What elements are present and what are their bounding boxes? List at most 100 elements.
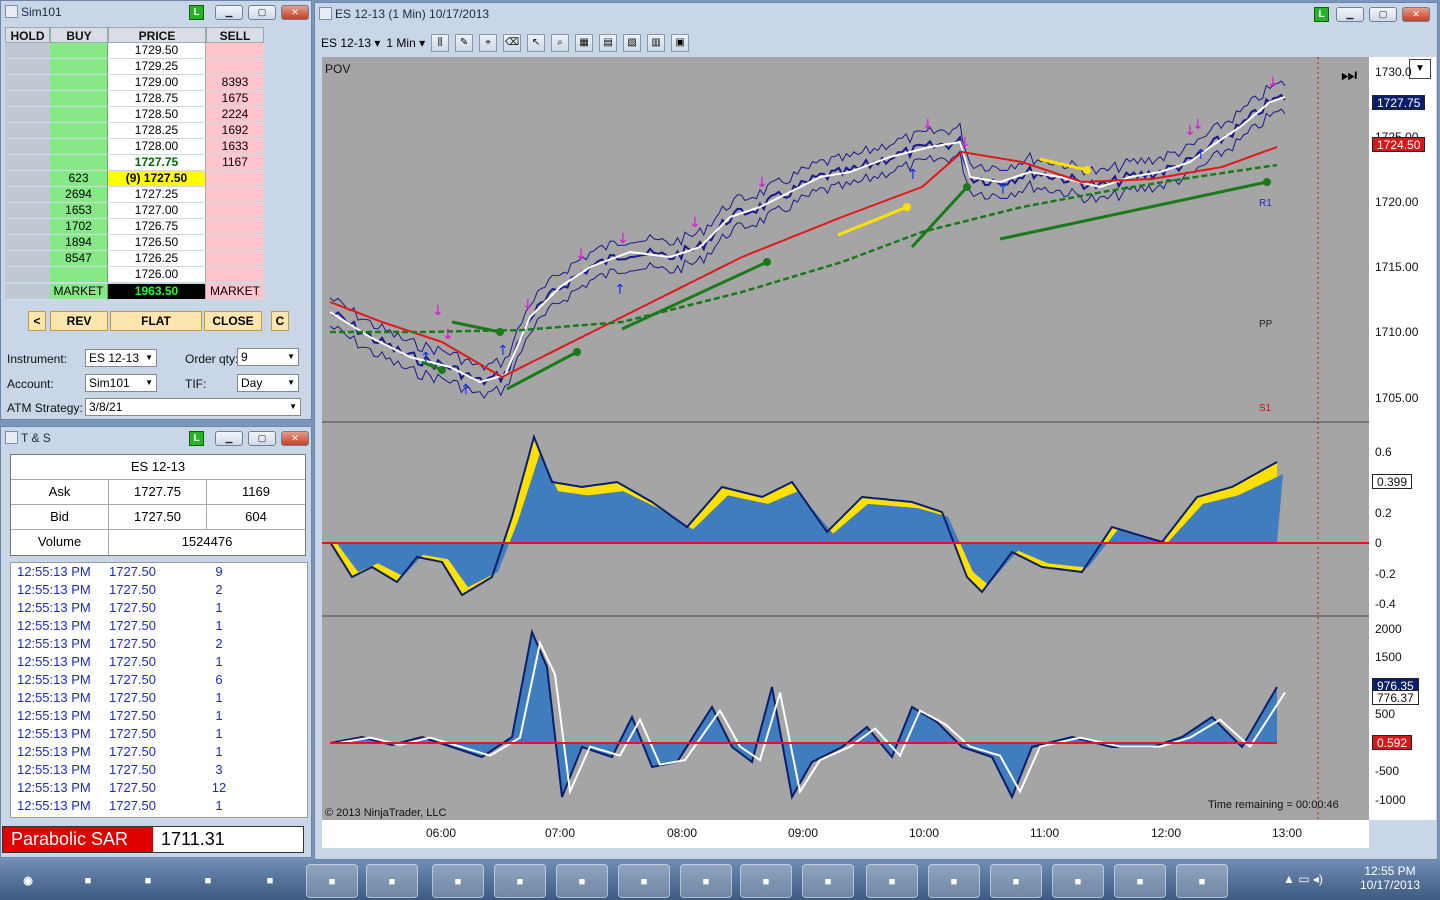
buy-cell[interactable]: [50, 267, 108, 283]
dom-row[interactable]: 2694 1727.25: [5, 187, 264, 203]
buy-cell[interactable]: [50, 123, 108, 139]
internet-explorer-icon[interactable]: ■: [62, 864, 114, 898]
scroll-to-end-icon[interactable]: ⏭: [1341, 65, 1363, 87]
close-position-button[interactable]: CLOSE: [204, 311, 262, 331]
buy-cell[interactable]: [50, 107, 108, 123]
buy-cell[interactable]: [50, 59, 108, 75]
word-icon[interactable]: ■: [740, 864, 792, 898]
media-player-icon[interactable]: ■: [182, 864, 234, 898]
instrument-select[interactable]: ES 12-13: [85, 349, 157, 367]
plot-area[interactable]: ↓ ↓ ↓ ↓ ↓ ↓ ↓ ↓ ↓ ↓ ↓ ↓ ↑ ↑ ↑ ↑ ↑ ↑ ↑ POV R1 PP S1 © 2013 …: [322, 57, 1369, 820]
notepad-icon[interactable]: ■: [494, 864, 546, 898]
sell-cell[interactable]: 1167: [206, 155, 264, 171]
dom-row[interactable]: 1894 1726.50: [5, 235, 264, 251]
buy-cell[interactable]: 1702: [50, 219, 108, 235]
sell-cell[interactable]: 1692: [206, 123, 264, 139]
qty-stepper[interactable]: 9: [237, 348, 299, 366]
dom-row[interactable]: 1727.75 1167: [5, 155, 264, 171]
interval-dropdown[interactable]: 1 Min ▾: [386, 36, 425, 50]
dom-row[interactable]: 1728.25 1692: [5, 123, 264, 139]
dom-row[interactable]: 8547 1726.25: [5, 251, 264, 267]
market-sell-button[interactable]: MARKET: [206, 284, 264, 300]
camcorder-icon[interactable]: ■: [1176, 864, 1228, 898]
bar-type-icon[interactable]: ⫼: [431, 34, 450, 52]
tray-icons[interactable]: ▲ ▭ ◂): [1283, 872, 1323, 886]
buy-cell[interactable]: 2694: [50, 187, 108, 203]
maximize-button[interactable]: ▢: [248, 431, 276, 446]
chrome-icon[interactable]: ■: [1114, 864, 1166, 898]
tif-select[interactable]: Day: [237, 374, 299, 392]
rev-button[interactable]: REV: [50, 311, 108, 331]
close-icon[interactable]: ✕: [281, 431, 309, 446]
dom-row[interactable]: 1653 1727.00: [5, 203, 264, 219]
sell-cell[interactable]: 8393: [206, 75, 264, 91]
spotify-icon[interactable]: ■: [990, 864, 1042, 898]
sell-cell[interactable]: [206, 251, 264, 267]
left-button[interactable]: <: [28, 311, 46, 331]
dom-row[interactable]: 1702 1726.75: [5, 219, 264, 235]
pointer-icon[interactable]: ↖: [527, 34, 546, 52]
buy-cell[interactable]: 1894: [50, 235, 108, 251]
buy-cell[interactable]: 8547: [50, 251, 108, 267]
game-icon[interactable]: ■: [122, 864, 174, 898]
dom-row[interactable]: 1728.50 2224: [5, 107, 264, 123]
start-orb-icon[interactable]: ◉: [2, 864, 54, 898]
account-select[interactable]: Sim101: [85, 374, 157, 392]
sell-cell[interactable]: [206, 235, 264, 251]
publisher-icon[interactable]: ■: [928, 864, 980, 898]
sell-cell[interactable]: [206, 59, 264, 75]
instrument-dropdown[interactable]: ES 12-13 ▾: [321, 36, 380, 50]
sell-cell[interactable]: [206, 171, 264, 187]
explorer-icon[interactable]: ■: [306, 864, 358, 898]
sell-cell[interactable]: [206, 187, 264, 203]
chart-icon[interactable]: ▧: [623, 34, 642, 52]
close-icon[interactable]: ✕: [1402, 7, 1430, 22]
buy-cell[interactable]: 1653: [50, 203, 108, 219]
maximize-button[interactable]: ▢: [248, 5, 276, 20]
data-box-icon[interactable]: ▣: [671, 34, 690, 52]
dom-row[interactable]: 1729.25: [5, 59, 264, 75]
flat-button[interactable]: FLAT: [110, 311, 202, 331]
market-buy-button[interactable]: MARKET: [50, 284, 108, 300]
dom-row[interactable]: 1729.50: [5, 43, 264, 59]
clock-date[interactable]: 10/17/2013: [1350, 878, 1430, 892]
buy-cell[interactable]: 623: [50, 171, 108, 187]
link-button[interactable]: L: [1314, 7, 1329, 22]
atm-select[interactable]: 3/8/21: [85, 398, 301, 416]
pencil-icon[interactable]: ✎: [455, 34, 474, 52]
excel-icon[interactable]: ■: [802, 864, 854, 898]
pin-icon[interactable]: ⌖: [479, 34, 498, 52]
outlook-icon[interactable]: ■: [680, 864, 732, 898]
minimize-button[interactable]: ▁: [1336, 7, 1364, 22]
ie-2-icon[interactable]: ■: [1052, 864, 1104, 898]
powerpoint-icon[interactable]: ■: [866, 864, 918, 898]
minimize-button[interactable]: ▁: [215, 431, 243, 446]
settings-icon[interactable]: ■: [432, 864, 484, 898]
dom-row[interactable]: 1728.75 1675: [5, 91, 264, 107]
price-axis[interactable]: ▼ 1730.01725.001720.001715.001710.001705…: [1369, 57, 1436, 820]
sell-cell[interactable]: 1633: [206, 139, 264, 155]
feeds-icon[interactable]: ■: [556, 864, 608, 898]
buy-cell[interactable]: [50, 75, 108, 91]
properties-icon[interactable]: ▥: [647, 34, 666, 52]
link-button[interactable]: L: [189, 431, 204, 446]
dom-row[interactable]: 623 (9) 1727.50: [5, 171, 264, 187]
dom-row[interactable]: 1728.00 1633: [5, 139, 264, 155]
axis-dropdown-icon[interactable]: ▼: [1409, 59, 1431, 79]
dom-row[interactable]: 1729.00 8393: [5, 75, 264, 91]
forms-icon[interactable]: ■: [618, 864, 670, 898]
buy-cell[interactable]: [50, 91, 108, 107]
trade-list[interactable]: 12:55:13 PM 1727.50 9 12:55:13 PM 1727.50 2 12…: [10, 562, 308, 818]
live-messenger-icon[interactable]: ■: [244, 864, 296, 898]
close-icon[interactable]: ✕: [281, 5, 309, 20]
sell-cell[interactable]: [206, 219, 264, 235]
maximize-button[interactable]: ▢: [1369, 7, 1397, 22]
ninjatrader-icon[interactable]: ■: [366, 864, 418, 898]
strategies-icon[interactable]: ▤: [599, 34, 618, 52]
zoom-icon[interactable]: ⌕: [551, 34, 570, 52]
eraser-icon[interactable]: ⌫: [503, 34, 522, 52]
sell-cell[interactable]: [206, 267, 264, 283]
sell-cell[interactable]: 1675: [206, 91, 264, 107]
buy-cell[interactable]: [50, 139, 108, 155]
sell-cell[interactable]: [206, 203, 264, 219]
